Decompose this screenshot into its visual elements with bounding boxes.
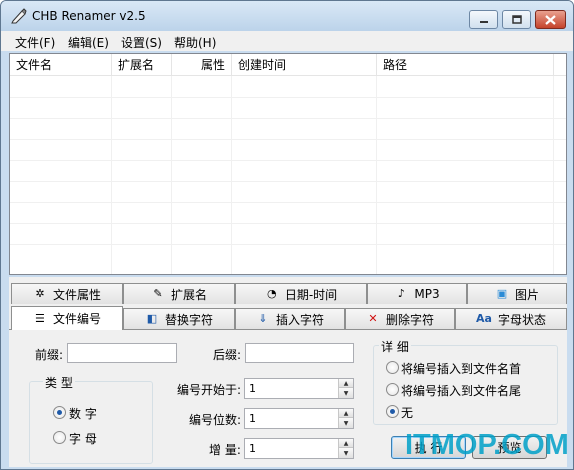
grid-divider bbox=[553, 76, 554, 274]
menu-file[interactable]: 文件(F) bbox=[15, 34, 55, 51]
minimize-button[interactable] bbox=[469, 10, 498, 29]
prefix-label: 前缀: bbox=[35, 348, 64, 362]
list-icon: ☰ bbox=[35, 311, 45, 325]
spin-down-icon[interactable]: ▼ bbox=[339, 418, 353, 428]
spin-down-icon[interactable]: ▼ bbox=[339, 388, 353, 398]
start-number-spinner[interactable]: 1 ▲ ▼ bbox=[244, 378, 354, 399]
column-header-extension[interactable]: 扩展名 bbox=[112, 54, 172, 76]
type-group-title: 类 型 bbox=[43, 374, 75, 391]
close-button[interactable] bbox=[535, 10, 566, 29]
app-window: CHB Renamer v2.5 文件(F) 编辑(E) 设置(S) 帮助(H)… bbox=[0, 0, 574, 470]
detail-insert-tail-label[interactable]: 将编号插入到文件名尾 bbox=[401, 382, 521, 399]
delete-icon: ✕ bbox=[368, 312, 378, 325]
tab-image[interactable]: ▣ 图片 bbox=[467, 283, 567, 304]
column-header-created[interactable]: 创建时间 bbox=[232, 54, 377, 76]
image-icon: ▣ bbox=[496, 287, 508, 300]
increment-value: 1 bbox=[249, 442, 256, 455]
maximize-icon bbox=[511, 15, 522, 24]
prefix-input[interactable] bbox=[67, 343, 177, 363]
maximize-button[interactable] bbox=[502, 10, 531, 29]
spin-up-icon[interactable]: ▲ bbox=[339, 379, 353, 388]
digits-label: 编号位数: bbox=[189, 413, 242, 427]
detail-group-title: 详 细 bbox=[379, 338, 411, 355]
clock-icon: ◔ bbox=[267, 287, 277, 300]
type-digit-radio[interactable] bbox=[53, 406, 66, 419]
menu-settings[interactable]: 设置(S) bbox=[121, 34, 162, 51]
spin-up-icon[interactable]: ▲ bbox=[339, 409, 353, 418]
start-number-value: 1 bbox=[249, 382, 256, 395]
minimize-icon bbox=[479, 20, 488, 23]
grid-row-line bbox=[10, 181, 566, 182]
digits-spinner[interactable]: 1 ▲ ▼ bbox=[244, 408, 354, 429]
edit-icon: ✎ bbox=[153, 287, 163, 300]
file-list-header: 文件名 扩展名 属性 创建时间 路径 bbox=[10, 54, 566, 76]
grid-divider bbox=[376, 76, 377, 274]
window-title: CHB Renamer v2.5 bbox=[32, 9, 146, 23]
grid-row-line bbox=[10, 223, 566, 224]
tab-extension[interactable]: ✎ 扩展名 bbox=[123, 283, 235, 304]
detail-none-label[interactable]: 无 bbox=[401, 404, 413, 421]
start-number-label: 编号开始于: bbox=[177, 383, 242, 397]
type-letter-radio[interactable] bbox=[53, 431, 66, 444]
column-header-path[interactable]: 路径 bbox=[377, 54, 554, 76]
grid-row-line bbox=[10, 97, 566, 98]
increment-label: 增 量: bbox=[209, 443, 241, 457]
detail-insert-head-label[interactable]: 将编号插入到文件名首 bbox=[401, 360, 521, 377]
grid-row-line bbox=[10, 244, 566, 245]
spinner-buttons: ▲ ▼ bbox=[338, 379, 353, 398]
grid-row-line bbox=[10, 118, 566, 119]
detail-insert-head-radio[interactable] bbox=[386, 361, 399, 374]
type-letter-label[interactable]: 字 母 bbox=[69, 430, 97, 447]
digits-value: 1 bbox=[249, 412, 256, 425]
grid-row-line bbox=[10, 160, 566, 161]
tab-replace-chars[interactable]: ◧ 替换字符 bbox=[123, 308, 235, 329]
music-icon: ♪ bbox=[397, 287, 405, 300]
detail-insert-tail-radio[interactable] bbox=[386, 383, 399, 396]
tab-date-time[interactable]: ◔ 日期-时间 bbox=[235, 283, 367, 304]
tab-mp3[interactable]: ♪ MP3 bbox=[367, 283, 467, 304]
menu-bar: 文件(F) 编辑(E) 设置(S) 帮助(H) bbox=[1, 31, 573, 51]
suffix-label: 后缀: bbox=[213, 348, 242, 362]
increment-spinner[interactable]: 1 ▲ ▼ bbox=[244, 438, 354, 459]
tab-letter-case[interactable]: Aa 字母状态 bbox=[455, 308, 567, 329]
column-header-filename[interactable]: 文件名 bbox=[10, 54, 112, 76]
app-logo-icon bbox=[11, 8, 27, 24]
spin-up-icon[interactable]: ▲ bbox=[339, 439, 353, 448]
grid-divider bbox=[111, 76, 112, 274]
title-bar[interactable]: CHB Renamer v2.5 bbox=[1, 1, 573, 31]
gear-icon: ✲ bbox=[35, 287, 45, 300]
close-icon bbox=[545, 14, 556, 25]
grid-divider bbox=[231, 76, 232, 274]
letter-case-icon: Aa bbox=[476, 312, 492, 325]
spin-down-icon[interactable]: ▼ bbox=[339, 448, 353, 458]
column-header-attributes[interactable]: 属性 bbox=[172, 54, 232, 76]
replace-icon: ◧ bbox=[146, 312, 158, 325]
insert-icon: ⇓ bbox=[258, 312, 268, 325]
menu-edit[interactable]: 编辑(E) bbox=[68, 34, 109, 51]
tab-insert-chars[interactable]: ⇓ 插入字符 bbox=[235, 308, 345, 329]
grid-divider bbox=[171, 76, 172, 274]
suffix-input[interactable] bbox=[245, 343, 354, 363]
tab-delete-chars[interactable]: ✕ 删除字符 bbox=[345, 308, 455, 329]
menu-help[interactable]: 帮助(H) bbox=[174, 34, 216, 51]
file-list[interactable]: 文件名 扩展名 属性 创建时间 路径 bbox=[9, 53, 567, 275]
tab-file-numbering[interactable]: ☰ 文件编号 bbox=[11, 306, 123, 330]
watermark: ITMOP.COM bbox=[405, 429, 569, 461]
spinner-buttons: ▲ ▼ bbox=[338, 439, 353, 458]
detail-none-radio[interactable] bbox=[386, 405, 399, 418]
grid-row-line bbox=[10, 202, 566, 203]
spinner-buttons: ▲ ▼ bbox=[338, 409, 353, 428]
type-digit-label[interactable]: 数 字 bbox=[69, 405, 97, 422]
tab-file-attributes[interactable]: ✲ 文件属性 bbox=[11, 283, 123, 304]
grid-row-line bbox=[10, 139, 566, 140]
type-groupbox bbox=[29, 381, 153, 464]
